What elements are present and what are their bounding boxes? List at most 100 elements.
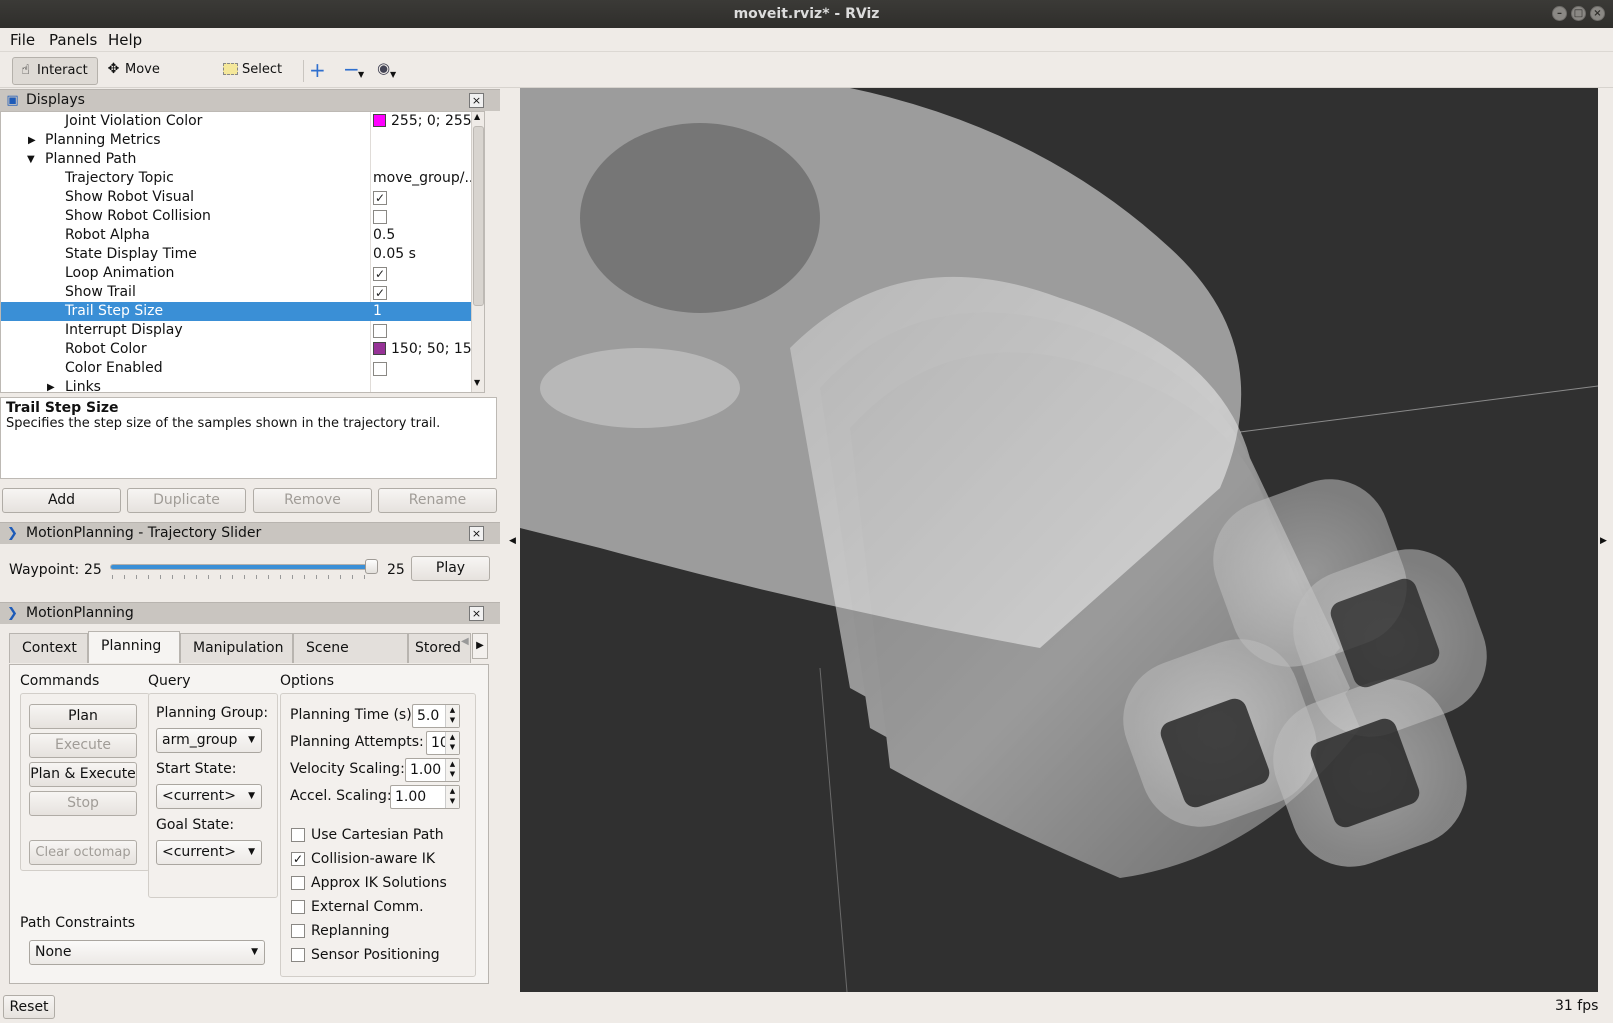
accel-scaling-spinbox[interactable]: 1.00 ▲ ▼ <box>390 785 460 809</box>
tree-row-planned-path[interactable]: ▼ Planned Path <box>1 150 471 169</box>
tree-row-trajectory-topic[interactable]: Trajectory Topic move_group/... <box>1 169 478 188</box>
scrollbar-thumb[interactable] <box>473 126 484 306</box>
displays-scrollbar[interactable]: ▲ ▼ <box>471 112 484 392</box>
execute-button[interactable]: Execute <box>29 733 137 758</box>
path-constraints-select[interactable]: None ▼ <box>29 940 265 965</box>
tree-row-label: Show Robot Collision <box>65 208 211 224</box>
spin-arrows-icon[interactable]: ▲ ▼ <box>445 705 459 727</box>
tree-row-value[interactable]: 1 <box>373 302 382 321</box>
planning-group-select[interactable]: arm_group ▼ <box>156 728 262 753</box>
checkbox-unchecked[interactable] <box>373 362 387 376</box>
tab-manipulation[interactable]: Manipulation <box>180 633 293 663</box>
tree-row-show-robot-collision[interactable]: Show Robot Collision <box>1 207 471 226</box>
checkbox-checked[interactable]: ✓ <box>373 286 387 300</box>
collapse-arrow-icon[interactable]: ▼ <box>27 150 35 169</box>
close-trajectory-slider-icon[interactable]: × <box>469 526 484 541</box>
tree-row-value[interactable]: 0.05 s <box>373 245 416 264</box>
menu-file[interactable]: File <box>10 31 35 49</box>
eye-icon[interactable]: ◉ <box>377 59 390 77</box>
minimize-icon[interactable]: – <box>1552 6 1567 21</box>
replanning-checkbox[interactable]: Replanning <box>291 922 389 940</box>
select-tool-button[interactable]: Select <box>218 57 288 85</box>
eye-dropdown-icon[interactable]: ▼ <box>390 70 396 79</box>
tree-row-label: Joint Violation Color <box>65 113 203 129</box>
close-displays-icon[interactable]: × <box>469 93 484 108</box>
tab-context[interactable]: Context <box>9 633 88 663</box>
remove-tool-dropdown-icon[interactable]: ▼ <box>358 70 364 79</box>
tree-row-value[interactable]: 150; 50; 150 <box>373 340 481 359</box>
use-cartesian-path-checkbox[interactable]: Use Cartesian Path <box>291 826 444 844</box>
interact-tool-button[interactable]: ☝ Interact <box>12 57 98 85</box>
tree-row-planning-metrics[interactable]: ▶ Planning Metrics <box>1 131 471 150</box>
query-title: Query <box>148 673 191 689</box>
plan-and-execute-button[interactable]: Plan & Execute <box>29 762 137 787</box>
collision-aware-ik-checkbox[interactable]: ✓ Collision-aware IK <box>291 850 435 868</box>
scroll-down-icon[interactable]: ▼ <box>474 378 480 387</box>
robot-trajectory-render[interactable] <box>520 88 1598 992</box>
tree-row-trail-step-size[interactable]: Trail Step Size 1 <box>1 302 471 321</box>
joint-ring-mesh <box>540 348 740 428</box>
stop-button[interactable]: Stop <box>29 791 137 816</box>
maximize-icon[interactable]: □ <box>1571 6 1586 21</box>
rename-button[interactable]: Rename <box>378 488 497 513</box>
close-icon[interactable]: × <box>1590 6 1605 21</box>
tab-scene-objects[interactable]: Scene Objects <box>293 633 408 684</box>
duplicate-button[interactable]: Duplicate <box>127 488 246 513</box>
menu-help[interactable]: Help <box>108 31 142 49</box>
tree-row-robot-alpha[interactable]: Robot Alpha 0.5 <box>1 226 471 245</box>
scroll-up-icon[interactable]: ▲ <box>474 112 480 121</box>
tree-row-joint-violation-color[interactable]: Joint Violation Color 255; 0; 255 <box>1 112 472 131</box>
reset-button[interactable]: Reset <box>3 995 55 1019</box>
waypoint-slider[interactable] <box>110 559 378 574</box>
tree-row-robot-color[interactable]: Robot Color 150; 50; 150 <box>1 340 481 359</box>
menu-panels[interactable]: Panels <box>49 31 97 49</box>
checkbox-checked[interactable]: ✓ <box>373 191 387 205</box>
tab-scroll-right-icon[interactable]: ▶ <box>472 633 488 659</box>
checkbox-unchecked[interactable] <box>373 324 387 338</box>
tab-scroll-left-icon[interactable]: ◀ <box>461 636 469 647</box>
tree-row-color-enabled[interactable]: Color Enabled <box>1 359 471 378</box>
external-comm-checkbox[interactable]: External Comm. <box>291 898 424 916</box>
tree-row-value[interactable]: 0.5 <box>373 226 395 245</box>
tree-row-loop-animation[interactable]: Loop Animation ✓ <box>1 264 471 283</box>
checkbox-unchecked[interactable] <box>373 210 387 224</box>
checkbox-checked[interactable]: ✓ <box>373 267 387 281</box>
tree-row-label: Loop Animation <box>65 265 175 281</box>
plan-button[interactable]: Plan <box>29 704 137 729</box>
goal-state-select[interactable]: <current> ▼ <box>156 840 262 865</box>
planning-attempts-spinbox[interactable]: 10 ▲ ▼ <box>426 731 460 755</box>
close-motionplanning-icon[interactable]: × <box>469 606 484 621</box>
tree-row-value[interactable]: 255; 0; 255 <box>373 112 472 131</box>
spin-arrows-icon[interactable]: ▲ ▼ <box>445 732 459 754</box>
remove-button[interactable]: Remove <box>253 488 372 513</box>
tree-row-state-display-time[interactable]: State Display Time 0.05 s <box>1 245 471 264</box>
play-button[interactable]: Play <box>411 556 490 581</box>
velocity-scaling-spinbox[interactable]: 1.00 ▲ ▼ <box>405 758 460 782</box>
move-camera-button[interactable]: ✥ Move Camera <box>101 57 206 103</box>
slider-handle[interactable] <box>365 559 378 574</box>
spin-arrows-icon[interactable]: ▲ ▼ <box>445 759 459 781</box>
3d-render-viewport[interactable] <box>520 88 1598 992</box>
approx-ik-solutions-checkbox[interactable]: Approx IK Solutions <box>291 874 447 892</box>
expand-arrow-icon[interactable]: ▶ <box>28 131 36 150</box>
clear-octomap-button[interactable]: Clear octomap <box>29 840 137 865</box>
collapse-right-dock-icon[interactable]: ▶ <box>1600 536 1607 546</box>
tree-row-show-trail[interactable]: Show Trail ✓ <box>1 283 471 302</box>
planning-time-spinbox[interactable]: 5.0 ▲ ▼ <box>412 704 460 728</box>
monitor-icon: ▣ <box>6 93 19 108</box>
sensor-positioning-checkbox[interactable]: Sensor Positioning <box>291 946 440 964</box>
color-swatch <box>373 342 386 355</box>
start-state-select[interactable]: <current> ▼ <box>156 784 262 809</box>
spin-arrows-icon[interactable]: ▲ ▼ <box>445 786 459 808</box>
add-button[interactable]: Add <box>2 488 121 513</box>
fps-counter: 31 fps <box>1555 998 1599 1014</box>
tree-row-interrupt-display[interactable]: Interrupt Display <box>1 321 471 340</box>
tree-row-show-robot-visual[interactable]: Show Robot Visual ✓ <box>1 188 471 207</box>
tree-row-value[interactable]: move_group/... <box>373 169 478 188</box>
tree-row-links[interactable]: ▶ Links <box>1 378 471 392</box>
tab-planning[interactable]: Planning <box>88 631 180 663</box>
displays-tree[interactable]: Joint Violation Color 255; 0; 255 ▶ Plan… <box>0 111 485 393</box>
add-tool-icon[interactable]: + <box>309 58 326 82</box>
collapse-left-dock-icon[interactable]: ◀ <box>509 536 516 546</box>
expand-arrow-icon[interactable]: ▶ <box>47 378 55 392</box>
